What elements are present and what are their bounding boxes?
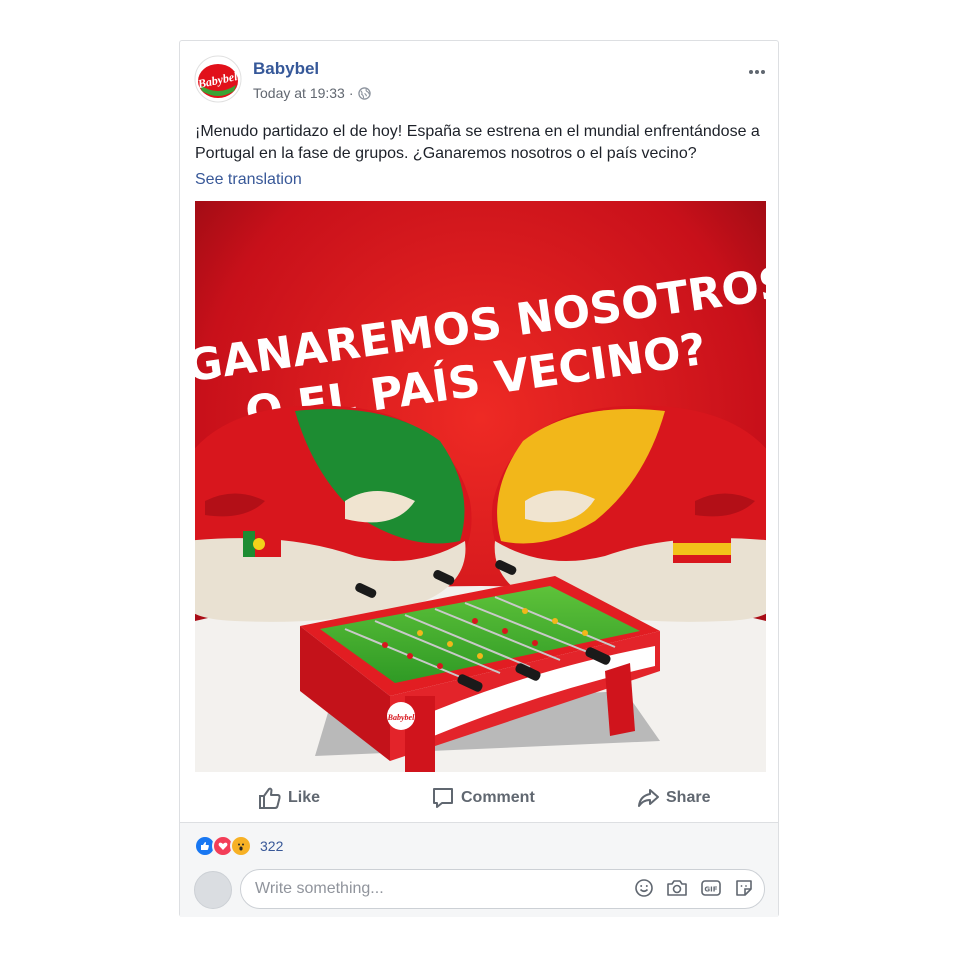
- like-button[interactable]: Like: [258, 783, 320, 813]
- sticker-icon[interactable]: [734, 878, 754, 898]
- post-timestamp[interactable]: Today at 19:33: [253, 85, 345, 101]
- table-logo: Babybel: [387, 713, 415, 722]
- thumbs-up-icon: [259, 787, 281, 809]
- globe-icon[interactable]: [357, 86, 371, 100]
- camera-icon[interactable]: [666, 878, 688, 898]
- comment-button[interactable]: Comment: [431, 783, 535, 813]
- page-avatar[interactable]: Babybel: [194, 55, 242, 103]
- action-bar: Like Comment Share: [180, 777, 778, 819]
- post-text: ¡Menudo partidazo el de hoy! España se e…: [195, 123, 760, 162]
- meta-separator: ·: [348, 85, 354, 101]
- share-label: Share: [666, 789, 711, 806]
- emoji-icon[interactable]: [634, 878, 654, 898]
- share-button[interactable]: Share: [636, 783, 710, 813]
- portugal-cheese: [195, 405, 472, 622]
- more-options-button[interactable]: [748, 59, 766, 80]
- see-translation-link[interactable]: See translation: [195, 171, 302, 189]
- post-card: Babybel Babybel Today at 19:33 · ¡Menudo…: [179, 40, 779, 917]
- svg-text:GIF: GIF: [704, 886, 717, 894]
- comment-input[interactable]: Write something... GIF: [240, 869, 765, 909]
- gif-icon[interactable]: GIF: [700, 878, 722, 898]
- reactions-summary[interactable]: 322: [194, 835, 283, 857]
- comment-icon: [433, 788, 453, 808]
- post-footer: 322 Write something... GIF: [180, 822, 778, 917]
- post-meta: Today at 19:33 ·: [253, 85, 371, 101]
- wow-reaction-icon: [230, 835, 252, 857]
- reaction-count: 322: [260, 838, 284, 854]
- like-label: Like: [288, 789, 321, 806]
- commenter-avatar: [194, 871, 232, 909]
- ellipsis-icon: [749, 70, 765, 74]
- page-name-link[interactable]: Babybel: [253, 59, 319, 79]
- post-image[interactable]: ¿GANAREMOS NOSOTROS O EL PAÍS VECINO? Ba…: [195, 201, 766, 772]
- comment-label: Comment: [461, 789, 535, 806]
- share-arrow-icon: [638, 789, 659, 807]
- comment-placeholder: Write something...: [255, 880, 384, 897]
